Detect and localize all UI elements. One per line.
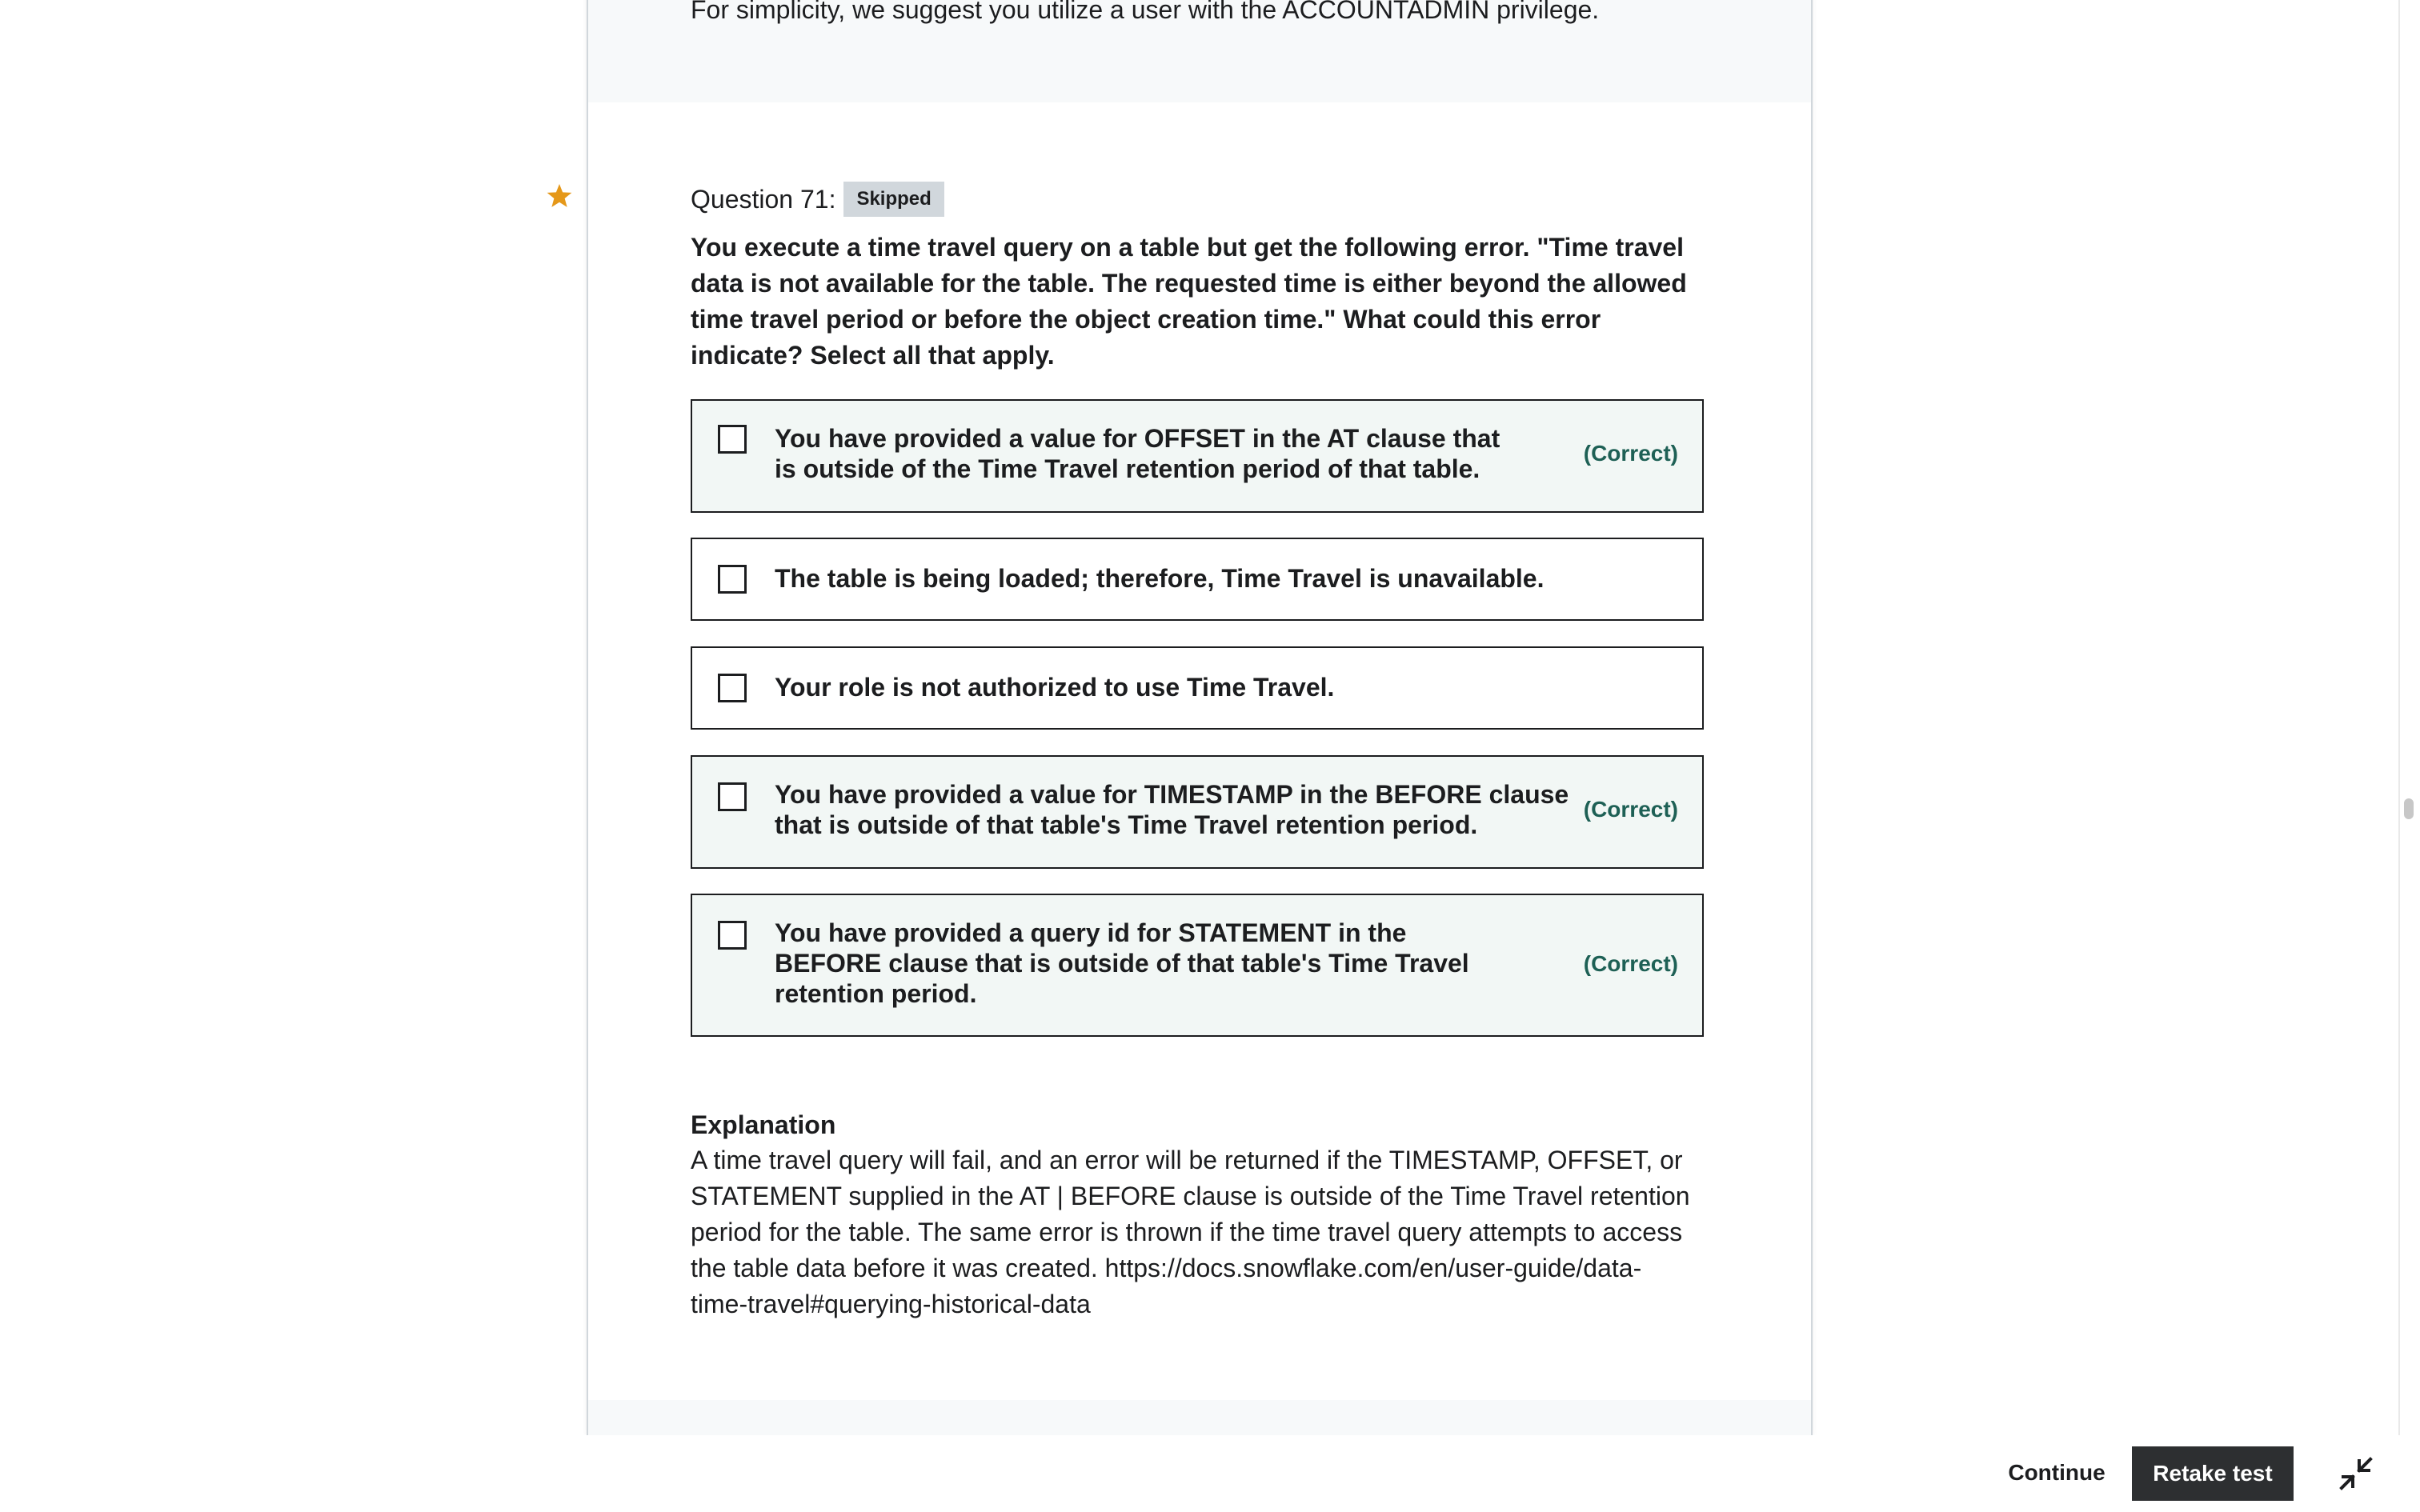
exit-fullscreen-icon — [2339, 1457, 2373, 1490]
status-badge: Skipped — [843, 182, 944, 217]
answer-option[interactable]: You have provided a query id for STATEME… — [691, 894, 1704, 1037]
scrollbar-track[interactable] — [2398, 0, 2400, 1435]
answer-option[interactable]: You have provided a value for TIMESTAMP … — [691, 755, 1704, 869]
answer-option-text: The table is being loaded; therefore, Ti… — [775, 564, 1545, 593]
answer-option[interactable]: The table is being loaded; therefore, Ti… — [691, 538, 1704, 621]
checkbox-icon[interactable] — [718, 782, 747, 811]
continue-button[interactable]: Continue — [1993, 1446, 2121, 1499]
previous-section-text: For simplicity, we suggest you utilize a… — [691, 0, 1600, 24]
checkbox-icon[interactable] — [718, 674, 747, 702]
next-question-section — [588, 1400, 1811, 1435]
correct-tag: (Correct) — [1583, 951, 1678, 976]
answer-option-text: You have provided a value for TIMESTAMP … — [775, 780, 1569, 839]
question-prompt: You execute a time travel query on a tab… — [691, 233, 1687, 370]
explanation-body: A time travel query will fail, and an er… — [691, 1146, 1690, 1318]
exit-fullscreen-button[interactable] — [2335, 1453, 2377, 1494]
question-header: Question 71: Skipped — [691, 181, 944, 218]
correct-tag: (Correct) — [1583, 797, 1678, 822]
content-viewport: For simplicity, we suggest you utilize a… — [0, 0, 2420, 1435]
scrollbar-thumb[interactable] — [2404, 798, 2414, 819]
previous-question-section: For simplicity, we suggest you utilize a… — [588, 0, 1811, 102]
correct-tag: (Correct) — [1583, 441, 1678, 466]
explanation-title: Explanation — [691, 1110, 836, 1139]
question-number: Question 71: — [691, 184, 836, 214]
answer-option-text: You have provided a value for OFFSET in … — [775, 424, 1500, 483]
retake-test-button[interactable]: Retake test — [2132, 1446, 2294, 1501]
answer-option[interactable]: You have provided a value for OFFSET in … — [691, 399, 1704, 513]
answer-option-text: Your role is not authorized to use Time … — [775, 673, 1335, 702]
star-icon[interactable] — [544, 181, 575, 211]
answer-option[interactable]: Your role is not authorized to use Time … — [691, 646, 1704, 730]
answer-option-text: You have provided a query id for STATEME… — [775, 918, 1469, 1008]
checkbox-icon[interactable] — [718, 921, 747, 950]
checkbox-icon[interactable] — [718, 565, 747, 594]
checkbox-icon[interactable] — [718, 425, 747, 454]
